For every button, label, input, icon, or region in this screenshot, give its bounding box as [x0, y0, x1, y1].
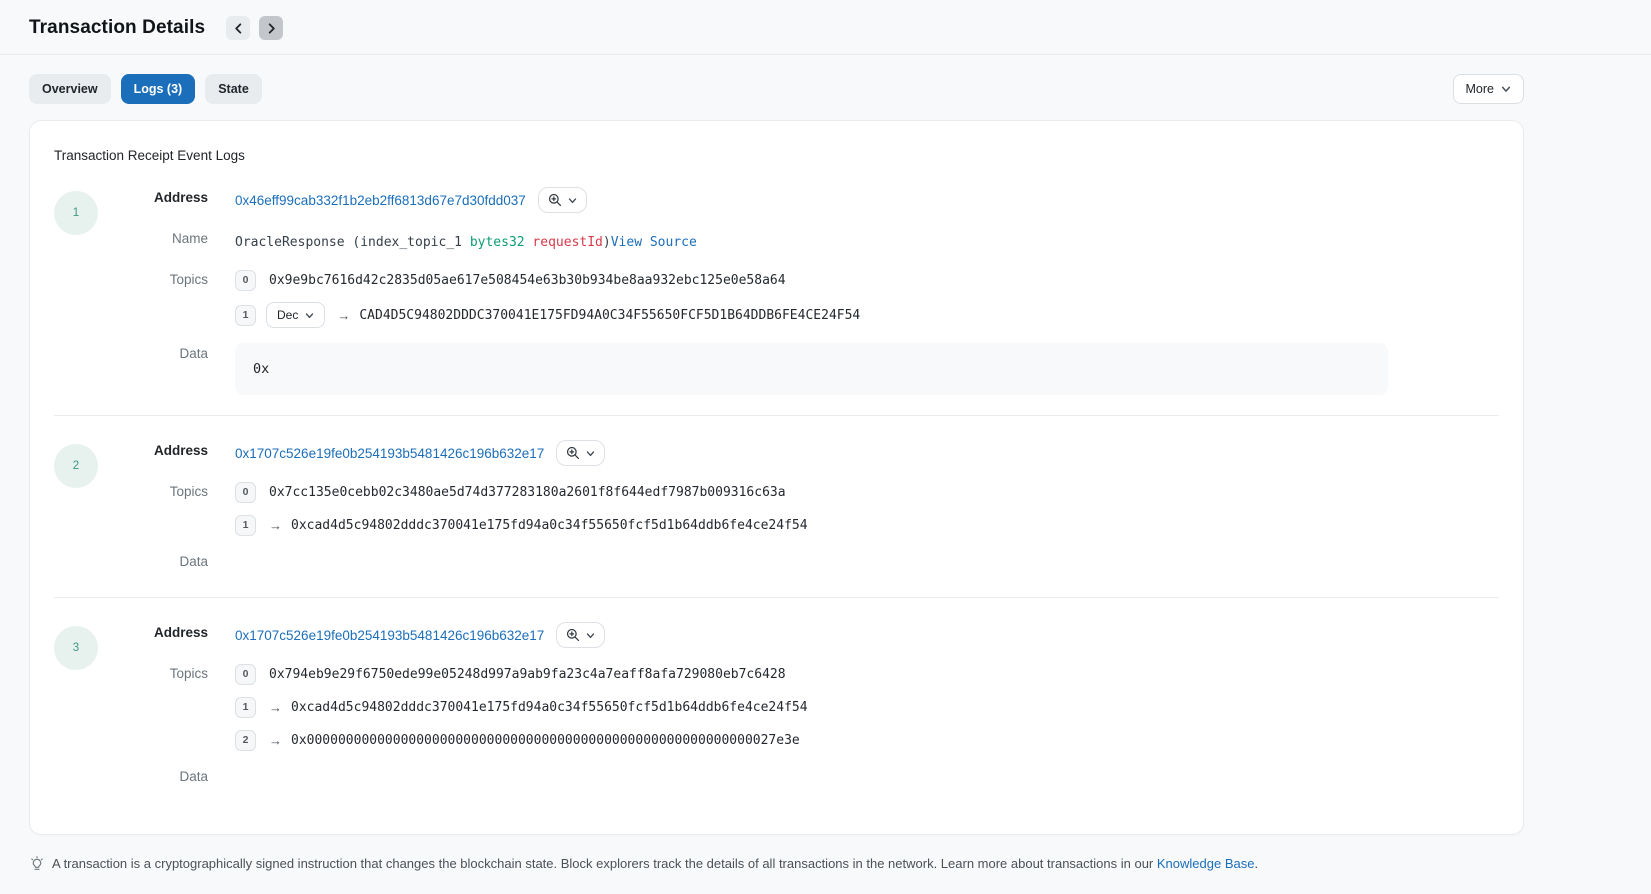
more-dropdown-button[interactable]: More — [1453, 74, 1524, 104]
tab-overview[interactable]: Overview — [29, 74, 111, 104]
log-index-badge: 3 — [54, 626, 98, 670]
topics-row: Topics 0 0x794eb9e29f6750ede99e05248d997… — [98, 663, 1499, 751]
address-label: Address — [98, 187, 208, 205]
tabs-row: Overview Logs (3) State More — [0, 55, 1651, 104]
topic-value: 0x7cc135e0cebb02c3480ae5d74d377283180a26… — [269, 485, 786, 500]
data-label: Data — [98, 343, 208, 361]
topic-line-0: 0 0x7cc135e0cebb02c3480ae5d74d377283180a… — [235, 481, 808, 503]
chevron-right-icon — [266, 23, 277, 34]
topics-row: Topics 0 0x7cc135e0cebb02c3480ae5d74d377… — [98, 481, 1499, 536]
card-heading: Transaction Receipt Event Logs — [54, 148, 1499, 163]
decode-format-label: Dec — [277, 308, 298, 322]
footer-text: A transaction is a cryptographically sig… — [52, 855, 1258, 874]
topic-index-badge: 1 — [235, 515, 256, 536]
chevron-down-icon — [305, 311, 314, 320]
topic-index-badge: 2 — [235, 730, 256, 751]
topic-index-badge: 1 — [235, 305, 256, 326]
page-header: Transaction Details — [0, 0, 1651, 55]
topics-label: Topics — [98, 269, 208, 287]
page-title: Transaction Details — [29, 17, 205, 39]
event-logs-card: Transaction Receipt Event Logs 1 Address… — [29, 120, 1524, 835]
data-row: Data 0x — [98, 343, 1499, 395]
chevron-down-icon — [1501, 84, 1511, 94]
event-param-type: bytes32 — [470, 235, 525, 250]
footer-note: A transaction is a cryptographically sig… — [29, 855, 1622, 874]
topic-line-2: 2 → 0x0000000000000000000000000000000000… — [235, 729, 808, 751]
name-row: Name OracleResponse (index_topic_1 bytes… — [98, 228, 1499, 254]
address-link[interactable]: 0x1707c526e19fe0b254193b5481426c196b632e… — [235, 446, 544, 461]
log-divider — [54, 415, 1499, 416]
arrow-icon: → — [269, 518, 282, 533]
zoom-in-icon — [566, 446, 580, 460]
topic-line-1: 1 → 0xcad4d5c94802dddc370041e175fd94a0c3… — [235, 696, 808, 718]
topic-value: 0x00000000000000000000000000000000000000… — [291, 733, 800, 748]
topic-index-badge: 0 — [235, 482, 256, 503]
address-zoom-button[interactable] — [556, 440, 605, 466]
address-label: Address — [98, 440, 208, 458]
topic-value: 0xcad4d5c94802dddc370041e175fd94a0c34f55… — [291, 518, 808, 533]
log-divider — [54, 597, 1499, 598]
log-entry-1: 1 Address 0x46eff99cab332f1b2eb2ff6813d6… — [30, 167, 1523, 411]
tab-state[interactable]: State — [205, 74, 262, 104]
data-row: Data — [98, 551, 1499, 577]
decode-format-dropdown[interactable]: Dec — [266, 302, 325, 328]
topic-index-badge: 0 — [235, 270, 256, 291]
topic-line-0: 0 0x794eb9e29f6750ede99e05248d997a9ab9fa… — [235, 663, 808, 685]
log-data-value: 0x — [235, 343, 1388, 395]
topic-value: 0x794eb9e29f6750ede99e05248d997a9ab9fa23… — [269, 667, 786, 682]
data-label: Data — [98, 551, 208, 569]
more-button-label: More — [1466, 82, 1494, 96]
chevron-down-icon — [586, 449, 595, 458]
event-signature: OracleResponse (index_topic_1 bytes32 re… — [235, 235, 611, 250]
data-label: Data — [98, 766, 208, 784]
zoom-in-icon — [566, 628, 580, 642]
log-entry-2: 2 Address 0x1707c526e19fe0b254193b548142… — [30, 420, 1523, 593]
name-label: Name — [98, 228, 208, 246]
tab-logs[interactable]: Logs (3) — [121, 74, 196, 104]
topic-index-badge: 1 — [235, 697, 256, 718]
address-row: Address 0x46eff99cab332f1b2eb2ff6813d67e… — [98, 187, 1499, 213]
view-source-link[interactable]: View Source — [611, 235, 697, 250]
knowledge-base-link[interactable]: Knowledge Base — [1157, 856, 1255, 871]
topic-line-1: 1 → 0xcad4d5c94802dddc370041e175fd94a0c3… — [235, 514, 808, 536]
data-row: Data — [98, 766, 1499, 792]
topics-row: Topics 0 0x9e9bc7616d42c2835d05ae617e508… — [98, 269, 1499, 328]
log-index-badge: 1 — [54, 191, 98, 235]
chevron-down-icon — [586, 631, 595, 640]
address-row: Address 0x1707c526e19fe0b254193b5481426c… — [98, 440, 1499, 466]
log-index-badge: 2 — [54, 444, 98, 488]
topic-line-0: 0 0x9e9bc7616d42c2835d05ae617e508454e63b… — [235, 269, 860, 291]
address-link[interactable]: 0x1707c526e19fe0b254193b5481426c196b632e… — [235, 628, 544, 643]
address-row: Address 0x1707c526e19fe0b254193b5481426c… — [98, 622, 1499, 648]
chevron-left-icon — [233, 23, 244, 34]
lightbulb-icon — [29, 855, 45, 872]
zoom-in-icon — [548, 193, 562, 207]
log-entry-3: 3 Address 0x1707c526e19fe0b254193b548142… — [30, 602, 1523, 808]
next-transaction-button[interactable] — [259, 16, 283, 40]
topic-value-decoded: CAD4D5C94802DDDC370041E175FD94A0C34F5565… — [359, 308, 860, 323]
prev-transaction-button[interactable] — [226, 16, 250, 40]
topics-label: Topics — [98, 663, 208, 681]
topics-label: Topics — [98, 481, 208, 499]
arrow-icon: → — [337, 308, 350, 323]
chevron-down-icon — [568, 196, 577, 205]
address-zoom-button[interactable] — [538, 187, 587, 213]
arrow-icon: → — [269, 700, 282, 715]
event-param-name: requestId — [525, 235, 603, 250]
address-zoom-button[interactable] — [556, 622, 605, 648]
topic-line-1: 1 Dec → CAD4D5C94802DDDC370041E175FD94A0… — [235, 302, 860, 328]
address-label: Address — [98, 622, 208, 640]
topic-value: 0xcad4d5c94802dddc370041e175fd94a0c34f55… — [291, 700, 808, 715]
topic-value: 0x9e9bc7616d42c2835d05ae617e508454e63b30… — [269, 273, 786, 288]
address-link[interactable]: 0x46eff99cab332f1b2eb2ff6813d67e7d30fdd0… — [235, 193, 526, 208]
arrow-icon: → — [269, 733, 282, 748]
topic-index-badge: 0 — [235, 664, 256, 685]
